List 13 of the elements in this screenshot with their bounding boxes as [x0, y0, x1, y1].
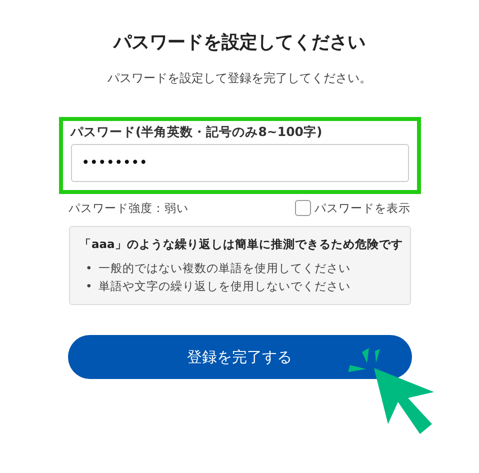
- bullet: •: [86, 278, 92, 294]
- checkbox-label[interactable]: パスワードを表示: [314, 200, 410, 216]
- password-input[interactable]: ••••••••: [70, 144, 408, 182]
- tip-text: 単語や文字の繰り返しを使用しないでください: [98, 278, 350, 294]
- subtitle: パスワードを設定して登録を完了してください。: [108, 70, 372, 87]
- submit-button[interactable]: 登録を完了する: [68, 335, 412, 379]
- strength-text: パスワード強度：弱い: [68, 200, 188, 216]
- checkbox[interactable]: [294, 200, 310, 216]
- tip-text: 一般的ではない複数の単語を使用してください: [98, 260, 350, 276]
- warning-title: 「aaa」のような繰り返しは簡単に推測できるため危険です: [80, 237, 400, 252]
- bullet: •: [86, 260, 92, 276]
- field-label: パスワード(半角英数・記号のみ8~100字): [70, 124, 324, 141]
- page-title: パスワードを設定してください: [114, 31, 366, 54]
